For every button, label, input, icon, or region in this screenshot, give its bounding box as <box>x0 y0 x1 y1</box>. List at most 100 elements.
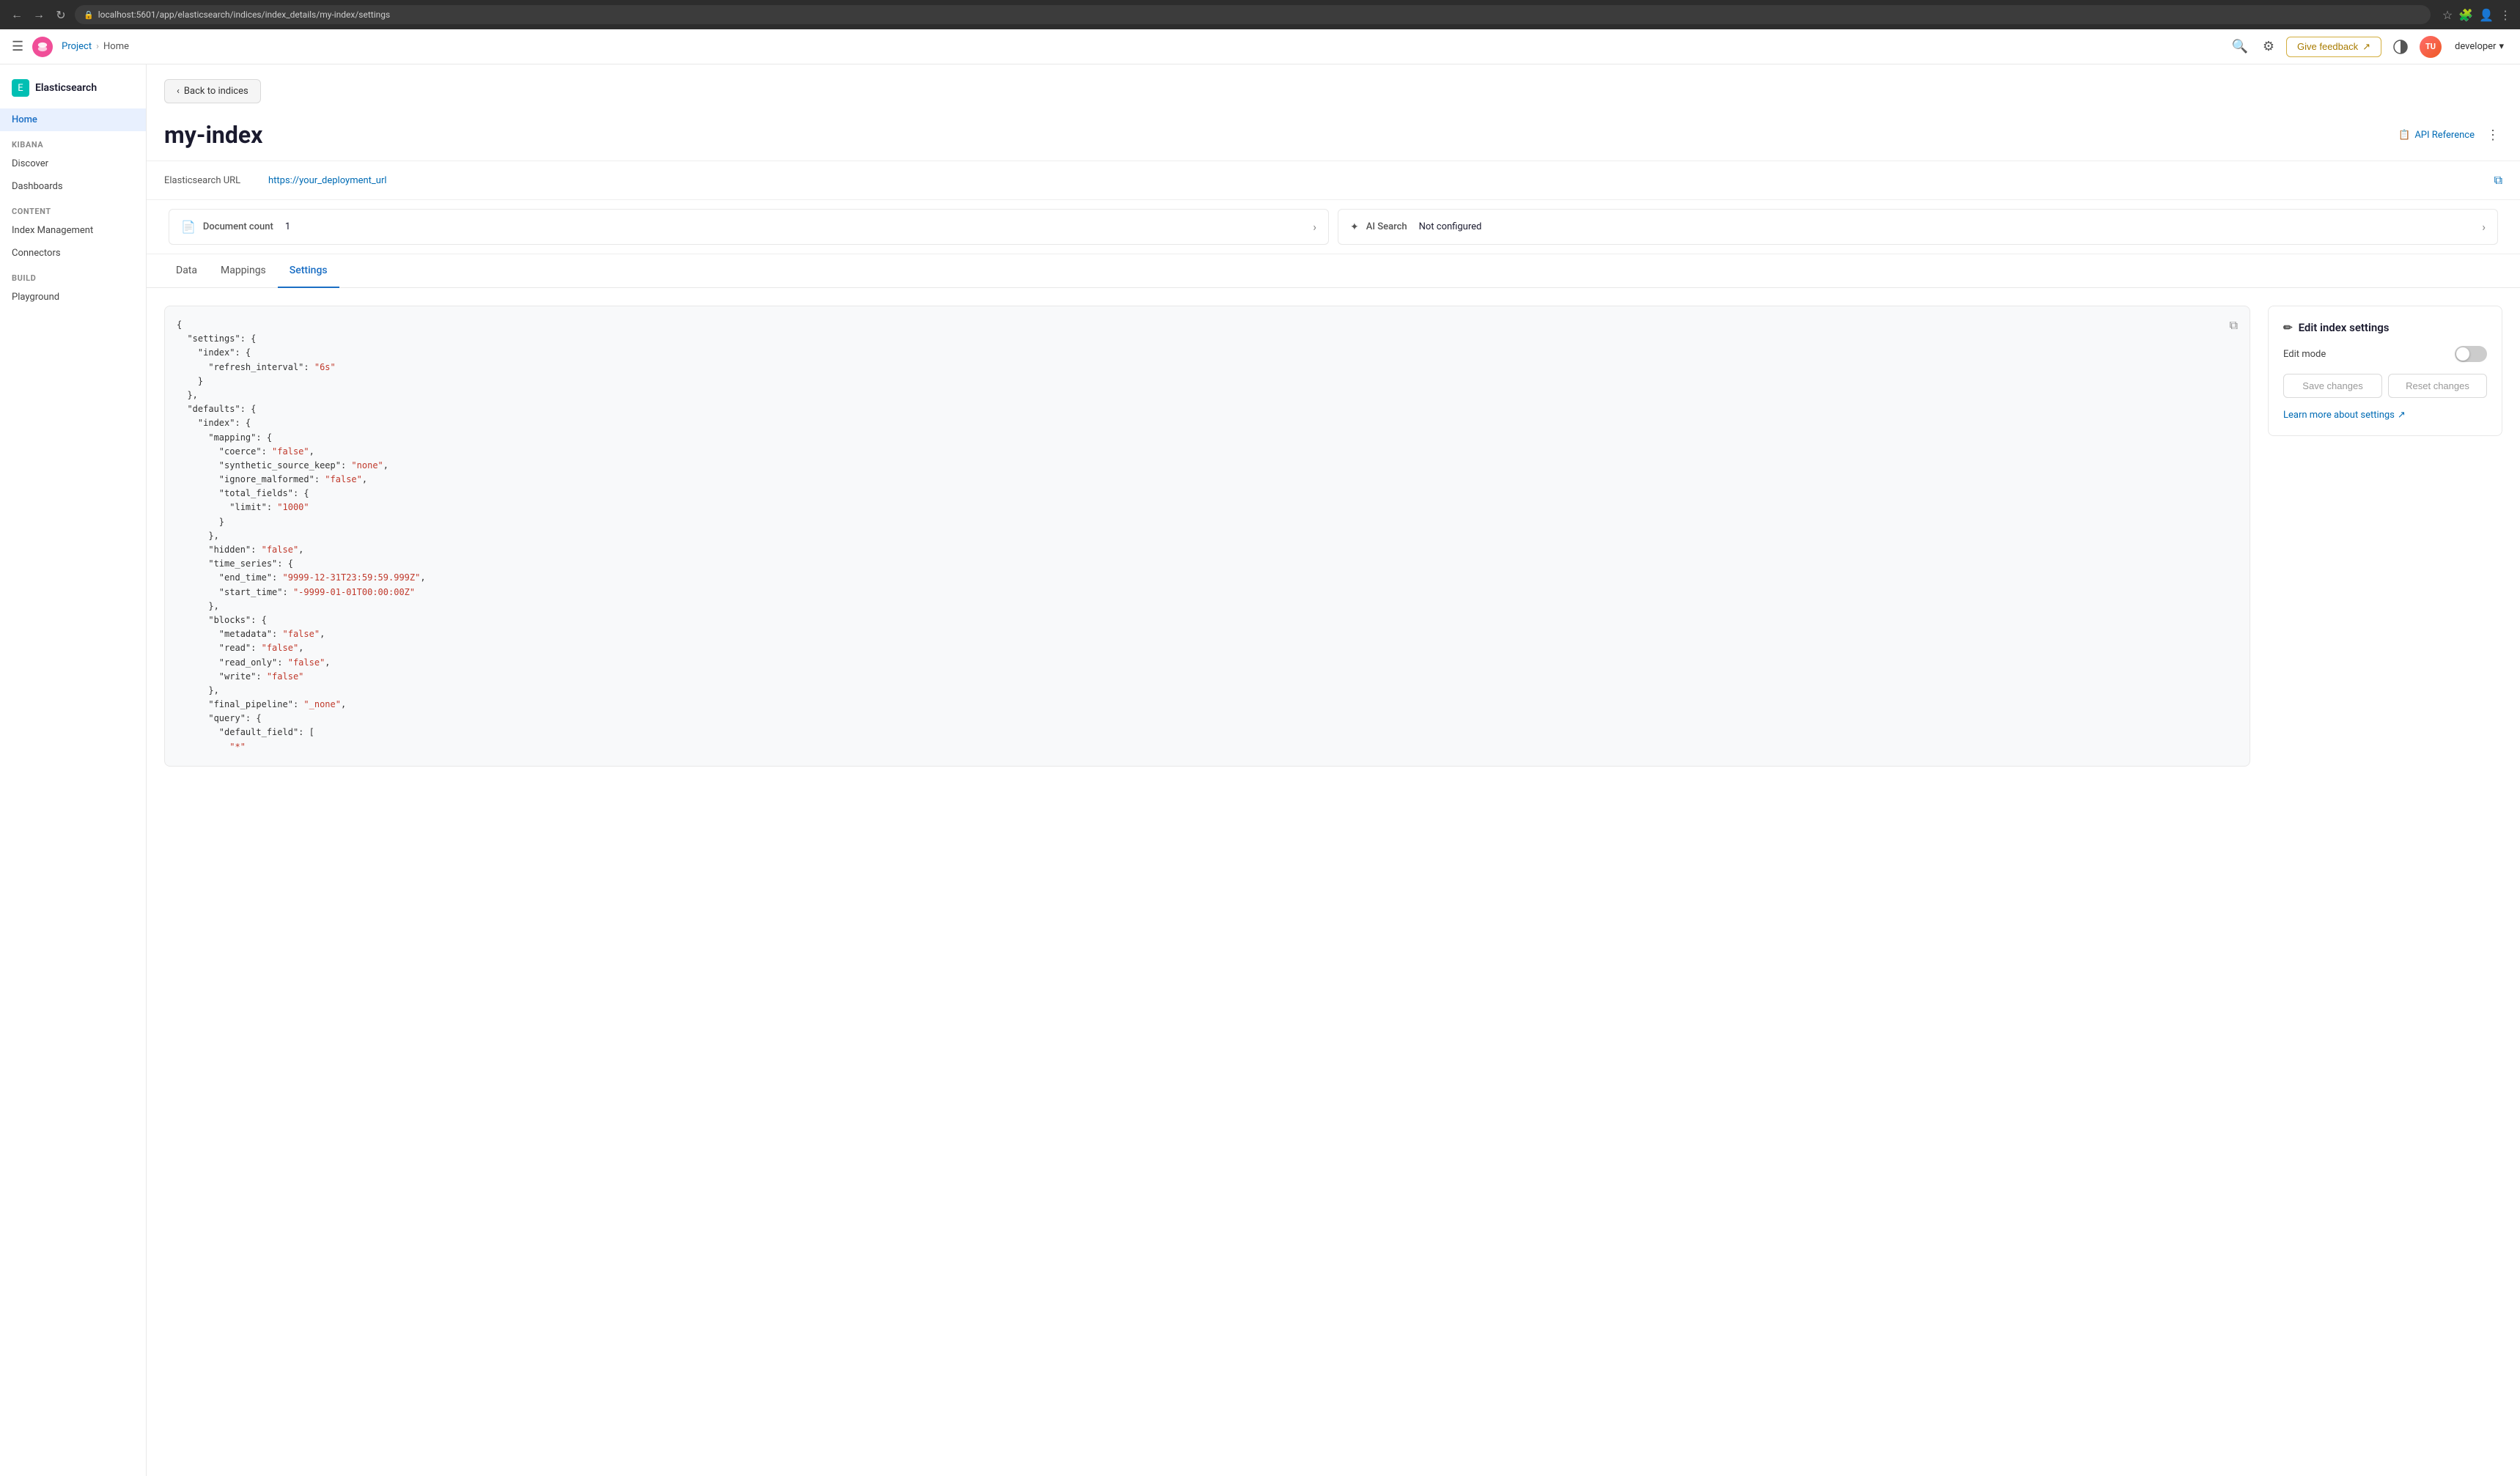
learn-more-settings-link[interactable]: Learn more about settings ↗ <box>2283 410 2487 421</box>
give-feedback-label: Give feedback <box>2297 41 2358 52</box>
save-changes-button[interactable]: Save changes <box>2283 374 2382 398</box>
more-actions-button[interactable]: ⋮ <box>2483 125 2502 146</box>
refresh-nav-btn[interactable]: ↻ <box>53 7 69 23</box>
reset-changes-label: Reset changes <box>2406 380 2469 391</box>
sidebar-item-home[interactable]: Home <box>0 108 146 131</box>
api-reference-button[interactable]: 📋 API Reference <box>2398 130 2475 141</box>
profile-icon[interactable]: 👤 <box>2479 8 2494 22</box>
forward-nav-btn[interactable]: → <box>31 7 47 23</box>
url-bar[interactable]: 🔒 localhost:5601/app/elasticsearch/indic… <box>75 5 2431 24</box>
give-feedback-button[interactable]: Give feedback ↗ <box>2286 37 2381 57</box>
project-link[interactable]: Project <box>62 41 92 52</box>
back-nav-btn[interactable]: ← <box>9 7 25 23</box>
user-initials: TU <box>2425 42 2436 51</box>
save-changes-label: Save changes <box>2302 380 2362 391</box>
sidebar-discover-label: Discover <box>12 158 48 169</box>
page-title: my-index <box>164 121 262 149</box>
sidebar-item-dashboards[interactable]: Dashboards <box>0 175 146 198</box>
back-label: Back to indices <box>184 86 248 97</box>
sidebar-playground-label: Playground <box>12 292 59 303</box>
es-url-value: https://your_deployment_url <box>268 175 2486 186</box>
learn-more-external-icon: ↗ <box>2398 410 2406 421</box>
ai-search-card-left: ✦ AI Search Not configured <box>1350 221 1481 233</box>
ai-search-icon: ✦ <box>1350 221 1359 233</box>
edit-settings-title-text: Edit index settings <box>2299 321 2390 334</box>
bookmark-icon[interactable]: ☆ <box>2442 8 2453 22</box>
learn-more-label: Learn more about settings <box>2283 410 2395 421</box>
json-copy-button[interactable]: ⧉ <box>2227 315 2241 336</box>
search-icon[interactable]: 🔍 <box>2228 36 2250 57</box>
developer-chevron-icon: ▾ <box>2499 41 2504 52</box>
edit-mode-label: Edit mode <box>2283 349 2326 360</box>
toggle-knob <box>2456 347 2469 361</box>
sidebar: E Elasticsearch Home Kibana Discover Das… <box>0 64 147 1476</box>
sidebar-item-connectors[interactable]: Connectors <box>0 242 146 265</box>
back-to-indices-button[interactable]: ‹ Back to indices <box>164 79 261 103</box>
home-breadcrumb: Home <box>103 41 129 52</box>
extensions-icon[interactable]: 🧩 <box>2458 8 2473 22</box>
settings-icon[interactable]: ⚙ <box>2260 36 2277 57</box>
page-header: my-index 📋 API Reference ⋮ <box>147 103 2520 161</box>
user-avatar[interactable]: TU <box>2420 36 2442 58</box>
tab-settings[interactable]: Settings <box>278 254 339 288</box>
developer-menu-button[interactable]: developer ▾ <box>2450 38 2508 55</box>
sidebar-section-kibana: Kibana <box>0 131 146 152</box>
content-area: ‹ Back to indices my-index 📋 API Referen… <box>147 64 2520 1476</box>
external-link-icon: ↗ <box>2362 41 2370 53</box>
sidebar-app-header: E Elasticsearch <box>0 73 146 108</box>
hamburger-menu-icon[interactable]: ☰ <box>12 39 23 54</box>
tab-data[interactable]: Data <box>164 254 209 288</box>
elastic-logo[interactable] <box>32 37 53 57</box>
document-icon: 📄 <box>181 220 196 234</box>
document-count-card-left: 📄 Document count 1 <box>181 220 290 234</box>
api-ref-icon: 📋 <box>2398 130 2410 141</box>
breadcrumb-separator: › <box>96 41 99 52</box>
api-ref-label: API Reference <box>2414 130 2475 141</box>
copy-url-button[interactable]: ⧉ <box>2494 173 2502 188</box>
page-header-actions: 📋 API Reference ⋮ <box>2398 125 2502 146</box>
sidebar-home-label: Home <box>12 114 37 125</box>
tab-mappings[interactable]: Mappings <box>209 254 278 288</box>
document-count-label: Document count <box>203 221 273 232</box>
json-content: { "settings": { "index": { "refresh_inte… <box>177 318 2238 754</box>
edit-settings-title: ✏ Edit index settings <box>2283 321 2487 334</box>
sidebar-app-title: Elasticsearch <box>35 82 97 94</box>
sidebar-dashboards-label: Dashboards <box>12 181 63 192</box>
edit-settings-panel: ✏ Edit index settings Edit mode Save cha… <box>2268 306 2502 436</box>
ai-search-label: AI Search <box>1366 221 1407 232</box>
sidebar-connectors-label: Connectors <box>12 248 61 259</box>
document-count-value: 1 <box>285 221 290 232</box>
url-lock-icon: 🔒 <box>84 10 94 20</box>
info-cards-row: 📄 Document count 1 › ✦ AI Search Not con… <box>147 200 2520 254</box>
main-layout: E Elasticsearch Home Kibana Discover Das… <box>0 64 2520 1476</box>
sidebar-section-build: Build <box>0 265 146 286</box>
reset-changes-button[interactable]: Reset changes <box>2388 374 2487 398</box>
document-count-card[interactable]: 📄 Document count 1 › <box>169 209 1329 245</box>
developer-label: developer <box>2455 41 2496 52</box>
menu-icon[interactable]: ⋮ <box>2499 8 2511 22</box>
header-actions: 🔍 ⚙ Give feedback ↗ TU developer ▾ <box>2228 36 2508 58</box>
ai-search-value: Not configured <box>1419 221 1482 232</box>
sidebar-index-management-label: Index Management <box>12 225 93 236</box>
theme-toggle-button[interactable] <box>2390 37 2411 57</box>
breadcrumb: Project › Home <box>62 41 129 52</box>
document-count-chevron-icon: › <box>1313 220 1316 234</box>
settings-content: ⧉ { "settings": { "index": { "refresh_in… <box>147 288 2520 784</box>
ai-search-chevron-icon: › <box>2482 220 2486 234</box>
app-header: ☰ Project › Home 🔍 ⚙ Give feedback ↗ TU … <box>0 29 2520 64</box>
es-url-label: Elasticsearch URL <box>164 175 259 186</box>
sidebar-section-content: Content <box>0 198 146 219</box>
edit-mode-toggle[interactable] <box>2455 346 2487 362</box>
json-editor: ⧉ { "settings": { "index": { "refresh_in… <box>164 306 2250 767</box>
browser-action-buttons: ☆ 🧩 👤 ⋮ <box>2442 8 2511 22</box>
browser-chrome: ← → ↻ 🔒 localhost:5601/app/elasticsearch… <box>0 0 2520 29</box>
edit-mode-row: Edit mode <box>2283 346 2487 362</box>
tabs-row: Data Mappings Settings <box>147 254 2520 288</box>
pencil-icon: ✏ <box>2283 321 2293 334</box>
url-text: localhost:5601/app/elasticsearch/indices… <box>98 10 390 20</box>
back-chevron-icon: ‹ <box>177 86 180 97</box>
ai-search-card[interactable]: ✦ AI Search Not configured › <box>1338 209 2498 245</box>
sidebar-item-discover[interactable]: Discover <box>0 152 146 175</box>
sidebar-item-playground[interactable]: Playground <box>0 286 146 309</box>
sidebar-item-index-management[interactable]: Index Management <box>0 219 146 242</box>
